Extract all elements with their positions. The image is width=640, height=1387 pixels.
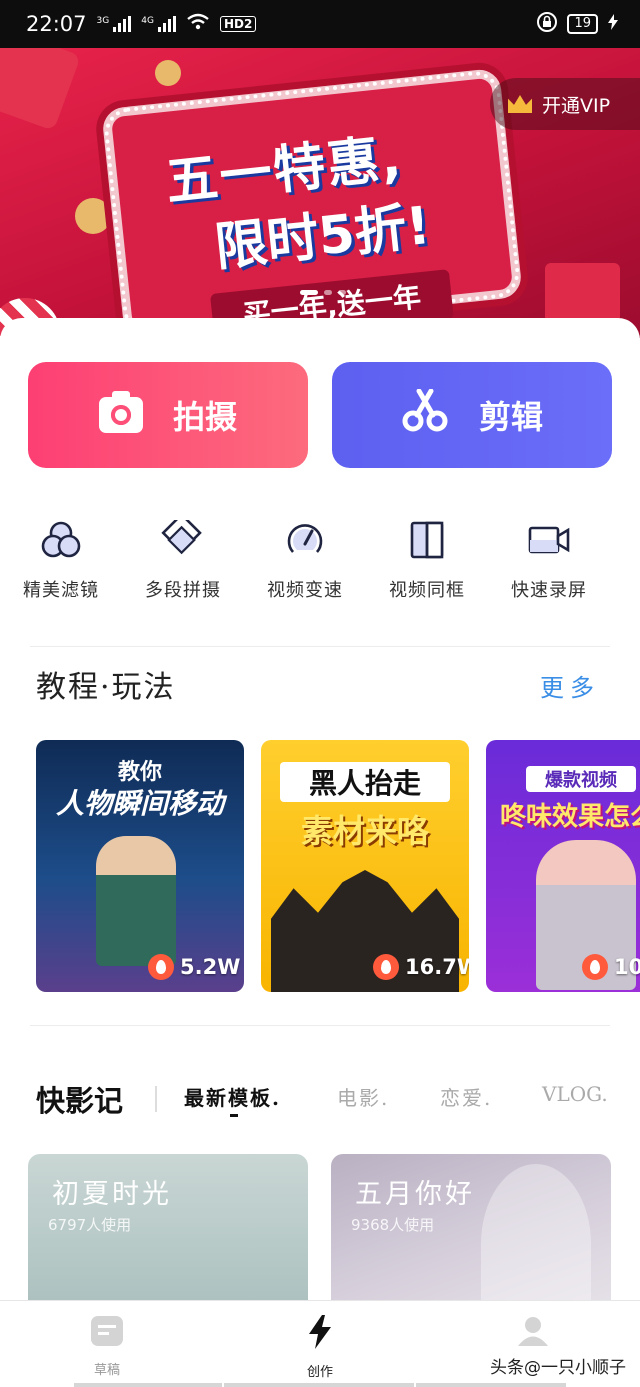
profile-icon [516, 1315, 550, 1351]
fire-icon [373, 954, 399, 980]
banner-pager [300, 290, 346, 295]
fire-icon [582, 954, 608, 980]
wifi-icon [186, 13, 210, 36]
speed-icon [283, 518, 327, 562]
vip-button[interactable]: 开通VIP [490, 78, 640, 130]
template-tabs: 快影记 最新模板. 电影. 恋爱. VLOG. [0, 1078, 640, 1118]
shoot-button[interactable]: 拍摄 [28, 362, 308, 468]
divider [30, 646, 610, 647]
status-time: 22:07 [26, 12, 87, 36]
fire-icon [148, 954, 174, 980]
hd-badge: HD2 [219, 16, 257, 32]
lightning-icon [307, 1315, 333, 1353]
tutorial-card[interactable]: 教你 人物瞬间移动 5.2W [36, 740, 244, 992]
filter-icon [39, 518, 83, 562]
tutorial-section-title: 教程·玩法 [36, 670, 176, 705]
tutorial-card-title: 素材来咯 [300, 812, 429, 850]
view-count: 16.7W [373, 954, 469, 980]
tutorial-card-image [96, 836, 176, 966]
tool-row: 精美滤镜 多段拼摄 视频变速 视频同框 快速录屏 [0, 518, 640, 602]
charging-icon [608, 13, 618, 35]
tab-love[interactable]: 恋爱. [440, 1082, 492, 1111]
signal-4g-icon: 4G [141, 16, 176, 32]
edit-button[interactable]: 剪辑 [332, 362, 612, 468]
tutorial-card-title: 人物瞬间移动 [55, 787, 224, 820]
brand-title: 快影记 [36, 1084, 124, 1118]
tool-speed[interactable]: 视频变速 [244, 518, 366, 602]
promo-banner[interactable]: 五一特惠, 限时5折! 买一年,送一年 开通VIP [0, 48, 640, 338]
tutorial-card-kicker: 黑人抬走 [280, 762, 450, 802]
banner-panel: 五一特惠, 限时5折! 买一年,送一年 [101, 67, 523, 338]
edit-label: 剪辑 [478, 398, 543, 436]
template-card[interactable]: 初夏时光 6797人使用 [28, 1154, 308, 1324]
screen-record-icon [527, 518, 571, 562]
tab-separator [155, 1086, 157, 1112]
decor-coin [155, 60, 181, 86]
tool-label: 多段拼摄 [145, 580, 221, 601]
gesture-bar [74, 1383, 222, 1387]
template-card-title: 初夏时光 [52, 1179, 172, 1210]
nav-draft[interactable]: 草稿 [67, 1315, 147, 1378]
battery-indicator: 19 [567, 14, 598, 34]
vip-label: 开通VIP [542, 94, 611, 117]
tab-latest[interactable]: 最新模板. [184, 1082, 281, 1111]
tab-movie[interactable]: 电影. [337, 1082, 389, 1111]
signal-3g-icon: 3G [97, 16, 132, 32]
decor-ball [0, 48, 81, 131]
tool-label: 快速录屏 [511, 580, 587, 601]
tutorial-card[interactable]: 爆款视频 咚味效果怎么 10 [486, 740, 640, 992]
gesture-bar [416, 1383, 566, 1387]
nav-label: 草稿 [93, 1363, 120, 1378]
template-card-usage: 9368人使用 [351, 1216, 435, 1234]
tutorial-card-title: 咚味效果怎么 [500, 802, 640, 832]
decor-gift [545, 263, 620, 323]
tab-vlog[interactable]: VLOG. [542, 1082, 608, 1106]
tool-screen-record[interactable]: 快速录屏 [488, 518, 610, 602]
bottom-nav: 草稿 创作 头条@一只小顺子 [0, 1300, 640, 1387]
divider [30, 1025, 610, 1026]
tutorial-card[interactable]: 黑人抬走 素材来咯 16.7W [261, 740, 469, 992]
lock-icon [537, 11, 558, 37]
view-count: 5.2W [148, 954, 240, 980]
camera-icon [98, 391, 143, 433]
draft-icon [90, 1315, 124, 1351]
view-count: 10 [582, 954, 640, 980]
gesture-bar [224, 1383, 414, 1387]
split-frame-icon [405, 518, 449, 562]
tool-filter[interactable]: 精美滤镜 [0, 518, 122, 602]
crown-icon [508, 95, 532, 113]
tool-label: 视频变速 [267, 580, 343, 601]
watermark: 头条@一只小顺子 [490, 1358, 626, 1378]
nav-create[interactable]: 创作 [280, 1315, 360, 1380]
shoot-label: 拍摄 [172, 398, 237, 436]
tool-split-frame[interactable]: 视频同框 [366, 518, 488, 602]
template-card[interactable]: 五月你好 9368人使用 [331, 1154, 611, 1324]
scissors-icon [401, 388, 449, 441]
status-bar: 22:07 3G 4G HD2 19 [0, 0, 640, 48]
nav-profile[interactable] [493, 1315, 573, 1351]
tutorial-card-kicker: 爆款视频 [526, 766, 636, 792]
multi-shot-icon [161, 518, 205, 562]
tool-label: 精美滤镜 [23, 580, 99, 601]
tool-label: 视频同框 [389, 580, 465, 601]
tool-multi-shot[interactable]: 多段拼摄 [122, 518, 244, 602]
nav-label: 创作 [306, 1365, 333, 1380]
more-link[interactable]: 更多 [540, 668, 600, 703]
decor-coin [75, 198, 111, 234]
main-content: 拍摄 剪辑 精美滤镜 多段拼摄 视频变速 视频同框 快速录屏 教程·玩法 更多 … [0, 318, 640, 1324]
template-card-title: 五月你好 [355, 1179, 475, 1210]
active-tab-indicator [230, 1114, 238, 1117]
template-card-usage: 6797人使用 [48, 1216, 132, 1234]
